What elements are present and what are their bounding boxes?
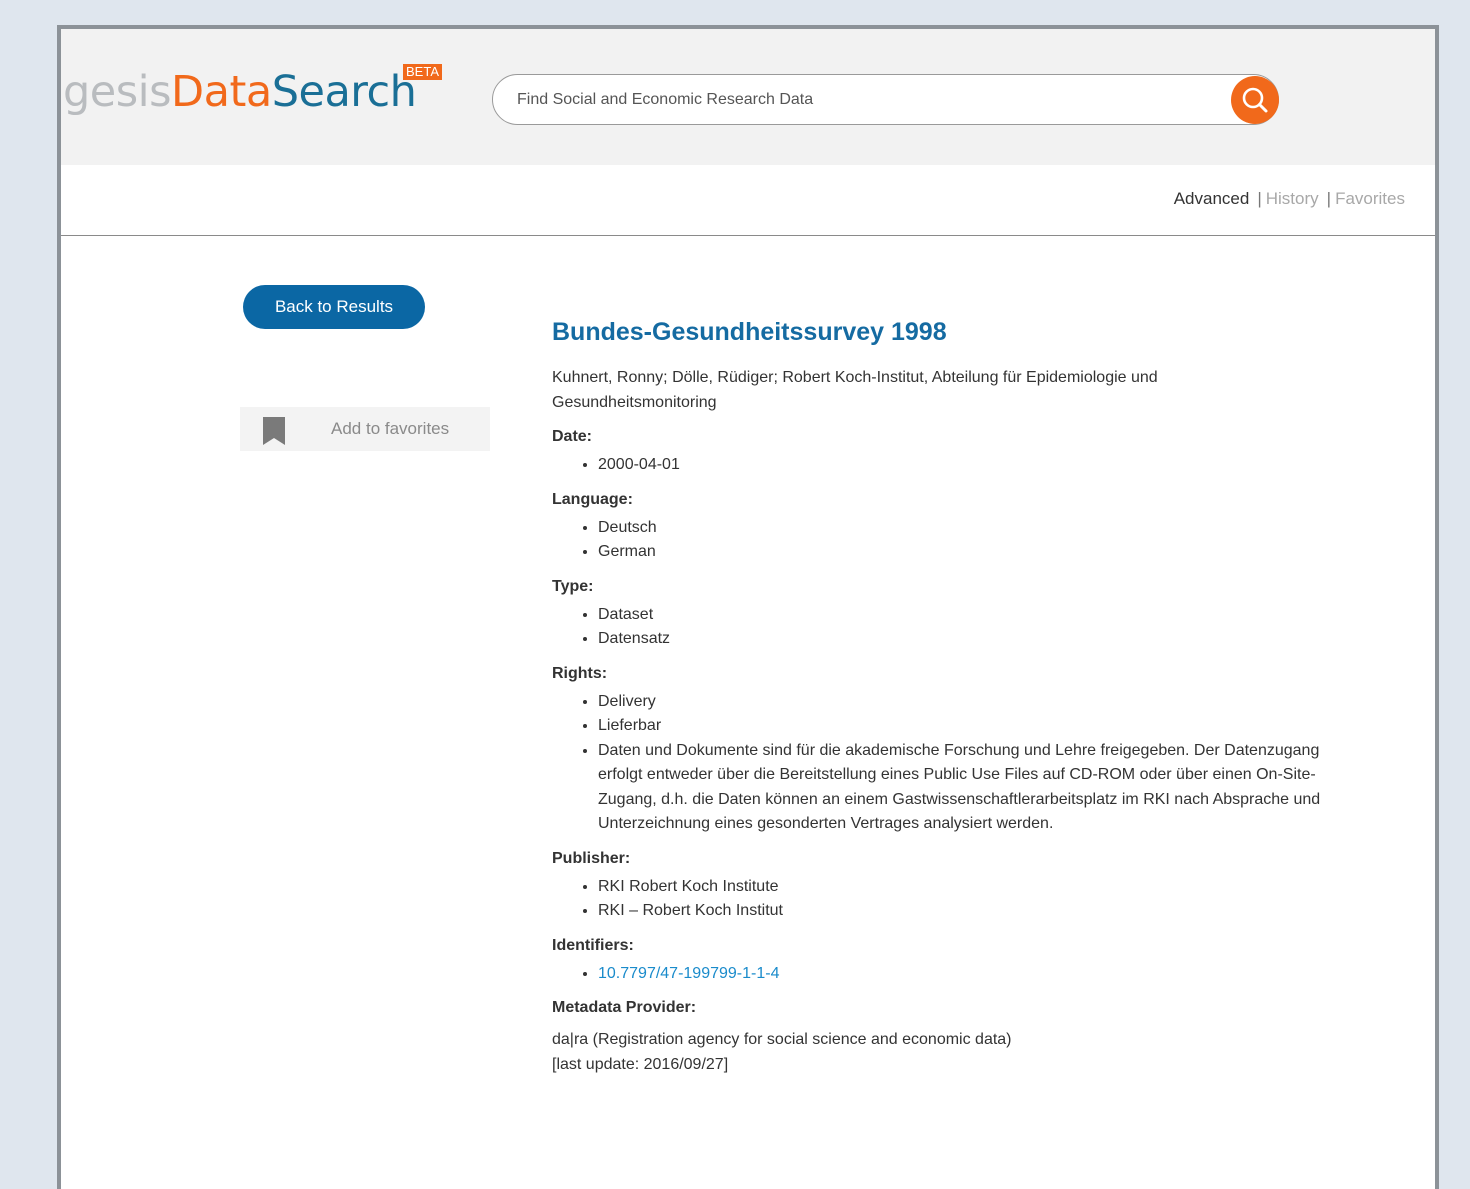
search-input[interactable] xyxy=(517,87,1217,113)
record-authors: Kuhnert, Ronny; Dölle, Rüdiger; Robert K… xyxy=(552,369,1158,411)
date-label: Date: xyxy=(552,428,593,445)
list-item: German xyxy=(598,540,1322,565)
search-bar xyxy=(492,74,1279,125)
browser-frame: gesisDataSearch BETA Advanced|History|Fa… xyxy=(57,25,1439,1189)
search-button[interactable] xyxy=(1231,76,1279,124)
record-title: Bundes-Gesundheitssurvey 1998 xyxy=(552,318,947,346)
list-item: Lieferbar xyxy=(598,714,1322,739)
history-link[interactable]: History xyxy=(1266,189,1319,208)
identifiers-label: Identifiers: xyxy=(552,936,634,954)
top-nav: Advanced | History | Favorites xyxy=(1174,189,1405,209)
identifiers-list: 10.7797/47-199799-1-1-4 xyxy=(552,962,1322,987)
list-item: Deutsch xyxy=(598,516,1322,541)
publisher-label: Publisher: xyxy=(552,849,631,867)
publisher-list: RKI Robert Koch Institute RKI – Robert K… xyxy=(552,875,1322,924)
list-item: Delivery xyxy=(598,690,1322,715)
type-list: Dataset Datensatz xyxy=(552,603,1322,652)
metadata-provider: da|ra (Registration agency for social sc… xyxy=(552,1031,1012,1073)
last-update: [last update: 2016/09/27] xyxy=(552,1056,729,1073)
list-item: Datensatz xyxy=(598,627,1322,652)
advanced-link[interactable]: Advanced xyxy=(1174,189,1250,208)
back-to-results-button[interactable]: Back to Results xyxy=(243,285,425,329)
language-label: Language: xyxy=(552,490,633,508)
bookmark-icon xyxy=(263,417,285,445)
list-item: 10.7797/47-199799-1-1-4 xyxy=(598,962,1322,987)
rights-label: Rights: xyxy=(552,664,608,682)
rights-list: Delivery Lieferbar Daten und Dokumente s… xyxy=(552,690,1322,837)
nav-separator: | xyxy=(1257,189,1262,208)
type-label: Type: xyxy=(552,577,594,595)
header-divider xyxy=(61,235,1435,236)
list-item: RKI – Robert Koch Institut xyxy=(598,899,1322,924)
site-header: gesisDataSearch BETA xyxy=(61,29,1435,165)
date-list: 2000-04-01 xyxy=(552,453,1322,478)
magnifier-icon xyxy=(1242,87,1268,113)
list-item: 2000-04-01 xyxy=(598,453,1322,478)
favorites-link[interactable]: Favorites xyxy=(1335,189,1405,208)
add-to-favorites-label: Add to favorites xyxy=(331,419,450,438)
language-list: Deutsch German xyxy=(552,516,1322,565)
beta-badge: BETA xyxy=(403,64,442,80)
add-to-favorites-button[interactable]: Add to favorites xyxy=(240,407,490,451)
list-item: Dataset xyxy=(598,603,1322,628)
site-logo[interactable]: gesisDataSearch xyxy=(63,67,417,117)
list-item: RKI Robert Koch Institute xyxy=(598,875,1322,900)
nav-separator: | xyxy=(1326,189,1332,208)
provider-label: Metadata Provider: xyxy=(552,999,697,1016)
doi-link[interactable]: 10.7797/47-199799-1-1-4 xyxy=(598,965,779,982)
record-details: Bundes-Gesundheitssurvey 1998 Kuhnert, R… xyxy=(552,314,1322,1077)
list-item: Daten und Dokumente sind für die akademi… xyxy=(598,739,1322,837)
